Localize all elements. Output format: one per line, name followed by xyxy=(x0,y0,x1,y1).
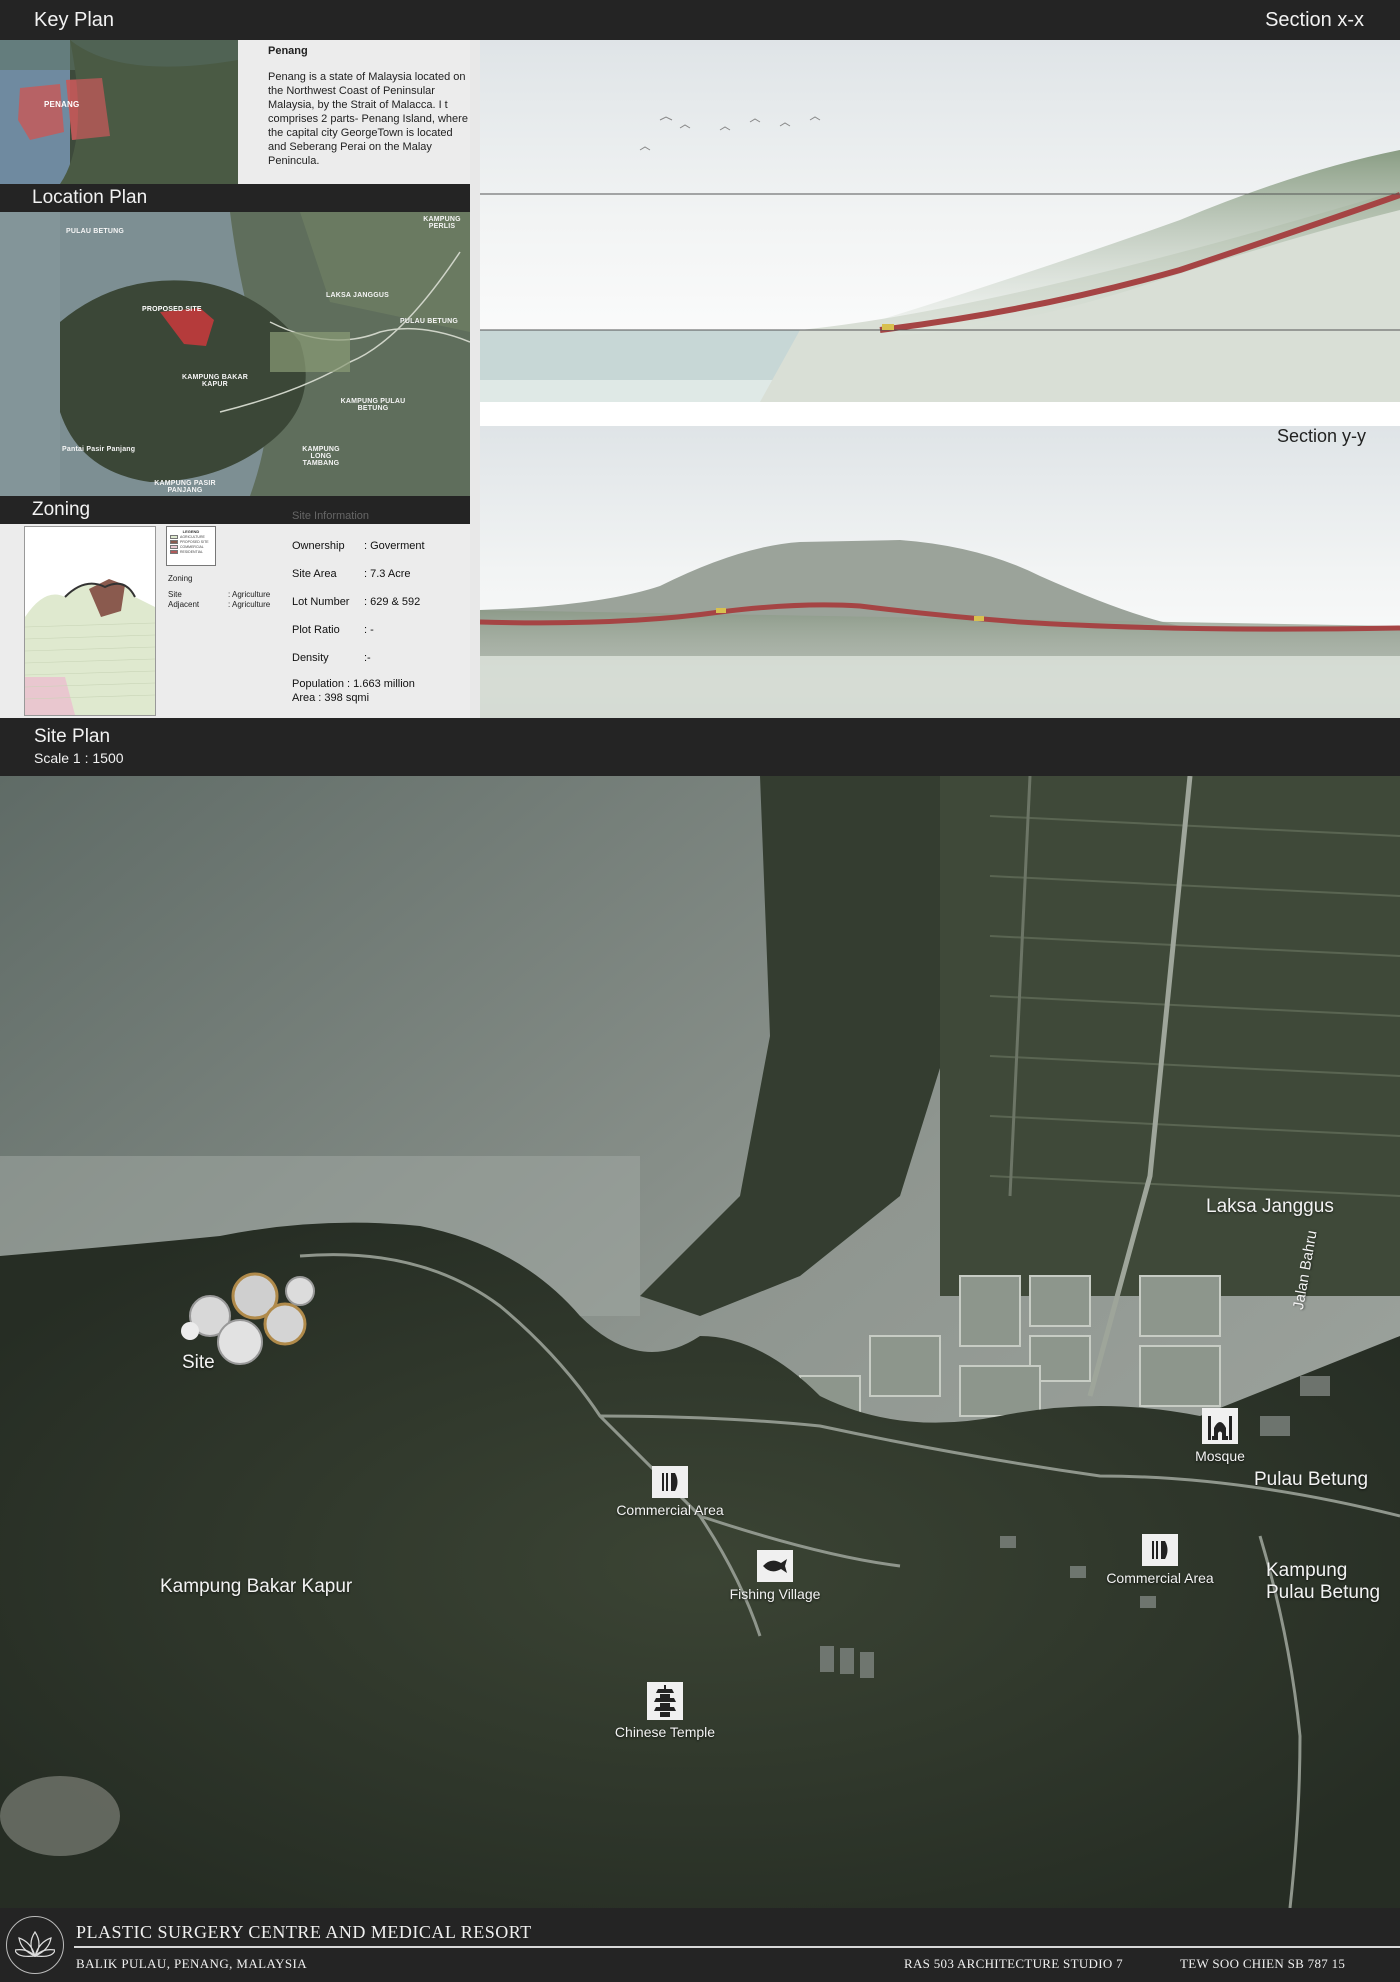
zoning-legend-item: COMMERCIAL xyxy=(170,545,212,549)
zoning-adjacent-value: : Agriculture xyxy=(228,600,271,609)
poi-commercial-area-2: Commercial Area xyxy=(1090,1534,1230,1586)
site-plan-scale: Scale 1 : 1500 xyxy=(34,750,124,766)
zoning-site-value: : Agriculture xyxy=(228,590,271,599)
loc-label-pulau-betung: PULAU BETUNG xyxy=(400,318,459,325)
site-info-label: Density xyxy=(292,652,329,664)
site-plan-bar: Site Plan Scale 1 : 1500 xyxy=(0,718,1400,776)
site-info-value: : Goverment xyxy=(364,540,425,552)
lotus-logo-icon xyxy=(6,1916,64,1974)
loc-label-pulau-betung-top: PULAU BETUNG xyxy=(66,228,125,235)
zoning-legend-label: PROPOSED SITE xyxy=(180,540,209,544)
zoning-legend-label: RESIDENTIAL xyxy=(180,550,203,554)
section-xx-graphic xyxy=(480,116,1400,402)
footer-project-title: PLASTIC SURGERY CENTRE AND MEDICAL RESOR… xyxy=(76,1922,532,1942)
location-plan-title: Location Plan xyxy=(32,187,148,208)
pagoda-icon xyxy=(647,1682,683,1720)
loc-label-laksa-janggus: LAKSA JANGGUS xyxy=(326,292,390,299)
key-plan-title: Key Plan xyxy=(34,9,115,31)
key-plan-description: Penang is a state of Malaysia located on… xyxy=(268,71,468,167)
zoning-legend-item: AGRICULTURE xyxy=(170,535,212,539)
zoning-title: Zoning xyxy=(32,499,91,520)
section-yy-title: Section y-y xyxy=(1276,426,1366,446)
location-plan-map: PULAU BETUNG KAMPUNG PERLIS LAKSA JANGGU… xyxy=(0,212,470,496)
footer-divider xyxy=(74,1946,1400,1948)
zoning-map-graphic xyxy=(24,579,156,715)
top-header-bar: Key Plan Section x-x xyxy=(0,0,1400,40)
zoning-legend-label: COMMERCIAL xyxy=(180,545,204,549)
site-info-label: Lot Number xyxy=(292,596,350,608)
loc-label-kampung-pasir-panjang: KAMPUNG PASIR PANJANG xyxy=(154,480,216,494)
site-plan-label-kampung-pulau-betung: Pulau Betung xyxy=(1266,1582,1381,1603)
poi-mosque: Mosque xyxy=(1172,1408,1268,1464)
site-plan-label-site: Site xyxy=(182,1352,215,1373)
site-info-area: Area : 398 sqmi xyxy=(292,692,370,704)
footer-author: TEW SOO CHIEN SB 787 15 xyxy=(1180,1956,1346,1971)
poi-fishing-village: Fishing Village xyxy=(705,1550,845,1602)
zoning-legend-swatch xyxy=(170,545,178,549)
site-plan-label-pulau-betung: Pulau Betung xyxy=(1254,1469,1369,1490)
zoning-legend-label: AGRICULTURE xyxy=(180,535,205,539)
site-plan-title: Site Plan xyxy=(34,726,111,747)
poi-chinese-temple-label: Chinese Temple xyxy=(614,1724,716,1740)
location-plan-bar: Location Plan xyxy=(0,184,470,212)
section-xx-title: Section x-x xyxy=(1265,9,1364,31)
site-plan-map: Site Kampung Bakar Kapur Laksa Janggus J… xyxy=(0,776,1400,1908)
zoning-legend-swatch xyxy=(170,550,178,554)
poi-commercial-area-1: Commercial Area xyxy=(600,1466,740,1518)
loc-label-kampung-bakar-kapur: KAMPUNG BAKAR KAPUR xyxy=(182,374,248,388)
poi-mosque-label: Mosque xyxy=(1195,1448,1245,1464)
zoning-legend-title: LEGEND xyxy=(182,529,200,534)
poi-commercial-area-1-label: Commercial Area xyxy=(616,1502,724,1518)
site-info-population: Population : 1.663 million xyxy=(292,678,415,690)
footer-location: BALIK PULAU, PENANG, MALAYSIA xyxy=(76,1956,308,1971)
site-info-value: : - xyxy=(364,624,374,636)
section-yy-drawing: Section y-y xyxy=(480,426,1400,718)
zoning-legend-item: PROPOSED SITE xyxy=(170,540,212,544)
loc-label-proposed-site: PROPOSED SITE xyxy=(142,306,202,313)
site-information-title: Site Information xyxy=(292,510,370,522)
key-plan-map-graphic xyxy=(0,40,238,184)
zoning-legend-swatch xyxy=(170,535,178,539)
loc-label-kampung-long-tambang: KAMPUNG LONG TAMBANG xyxy=(302,446,340,467)
site-info-label: Site Area xyxy=(292,568,337,580)
location-plan-map-graphic xyxy=(0,212,470,496)
zoning-label: Zoning xyxy=(168,574,193,583)
site-info-value: :- xyxy=(364,652,371,664)
zoning-legend: LEGEND AGRICULTURE PROPOSED SITE COMMERCIA… xyxy=(166,526,216,566)
restaurant-icon xyxy=(652,1466,688,1498)
site-plan-label-kampung: Kampung xyxy=(1266,1560,1348,1581)
loc-label-kampung-perlis: KAMPUNG PERLIS xyxy=(423,216,461,230)
site-plan-label-kampung-bakar-kapur: Kampung Bakar Kapur xyxy=(160,1576,353,1597)
footer-course: RAS 503 ARCHITECTURE STUDIO 7 xyxy=(904,1956,1123,1971)
zoning-map xyxy=(24,526,156,716)
site-plan-label-laksa-janggus: Laksa Janggus xyxy=(1206,1196,1334,1217)
zoning-legend-item: RESIDENTIAL xyxy=(170,550,212,554)
poi-chinese-temple: Chinese Temple xyxy=(595,1682,735,1740)
mosque-icon xyxy=(1202,1408,1238,1444)
poi-commercial-area-2-label: Commercial Area xyxy=(1106,1570,1214,1586)
section-xx-drawing xyxy=(480,40,1400,402)
zoning-bar: Zoning xyxy=(0,496,470,524)
site-info-label: Plot Ratio xyxy=(292,624,340,636)
loc-label-kampung-pulau-betung: KAMPUNG PULAU BETUNG xyxy=(340,398,406,412)
sections-divider xyxy=(480,402,1400,426)
key-plan-map: PENANG xyxy=(0,40,238,184)
key-plan-info: Penang Penang is a state of Malaysia loc… xyxy=(238,40,470,184)
restaurant-icon xyxy=(1142,1534,1178,1566)
site-info-value: : 7.3 Acre xyxy=(364,568,411,580)
zoning-site-label: Site xyxy=(168,590,182,599)
site-info-label: Ownership xyxy=(292,540,345,552)
site-info-value: : 629 & 592 xyxy=(364,596,421,608)
footer-bar: PLASTIC SURGERY CENTRE AND MEDICAL RESOR… xyxy=(0,1908,1400,1982)
loc-label-pantai-pasir-panjang: Pantai Pasir Panjang xyxy=(62,446,136,453)
key-plan-heading: Penang xyxy=(268,45,308,57)
section-yy-graphic xyxy=(480,540,1400,718)
fish-icon xyxy=(757,1550,793,1582)
poi-fishing-village-label: Fishing Village xyxy=(729,1586,821,1602)
key-plan-map-label: PENANG xyxy=(44,100,80,109)
zoning-adjacent-label: Adjacent xyxy=(168,600,200,609)
zoning-legend-swatch xyxy=(170,540,178,544)
